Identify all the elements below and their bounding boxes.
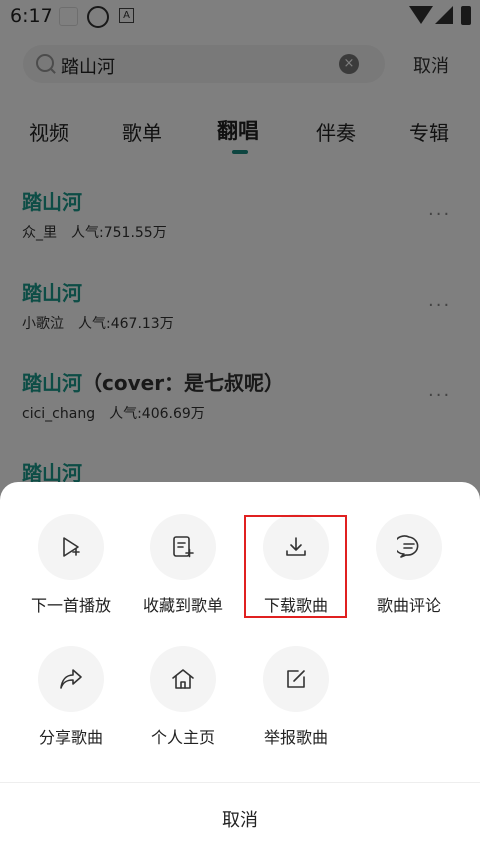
search-results-page: 6:17 A 踏山河 × 取消 视频 歌单 翻唱 伴奏 专辑 踏山河 众_里人气… <box>0 0 480 853</box>
song-comments-label: 歌曲评论 <box>376 596 441 615</box>
sheet-cancel-button[interactable]: 取消 <box>0 806 480 832</box>
comment-icon <box>376 514 442 580</box>
profile-label: 个人主页 <box>150 728 215 747</box>
home-icon <box>150 646 216 712</box>
add-to-playlist-icon <box>150 514 216 580</box>
report-icon <box>263 646 329 712</box>
play-next-button[interactable]: 下一首播放 <box>16 514 126 624</box>
report-song-button[interactable]: 举报歌曲 <box>241 646 351 756</box>
play-next-label: 下一首播放 <box>30 596 111 615</box>
report-song-label: 举报歌曲 <box>263 728 328 747</box>
sheet-divider <box>0 782 480 783</box>
download-highlight-box <box>244 515 347 618</box>
share-song-label: 分享歌曲 <box>38 728 103 747</box>
profile-button[interactable]: 个人主页 <box>128 646 238 756</box>
share-song-button[interactable]: 分享歌曲 <box>16 646 126 756</box>
song-comments-button[interactable]: 歌曲评论 <box>354 514 464 624</box>
action-sheet: 下一首播放 收藏到歌单 下载歌曲 歌曲评论 分享歌曲 个人主页 举报歌曲 取消 <box>0 482 480 853</box>
add-to-playlist-button[interactable]: 收藏到歌单 <box>128 514 238 624</box>
play-next-icon <box>38 514 104 580</box>
share-icon <box>38 646 104 712</box>
add-to-playlist-label: 收藏到歌单 <box>142 596 223 615</box>
